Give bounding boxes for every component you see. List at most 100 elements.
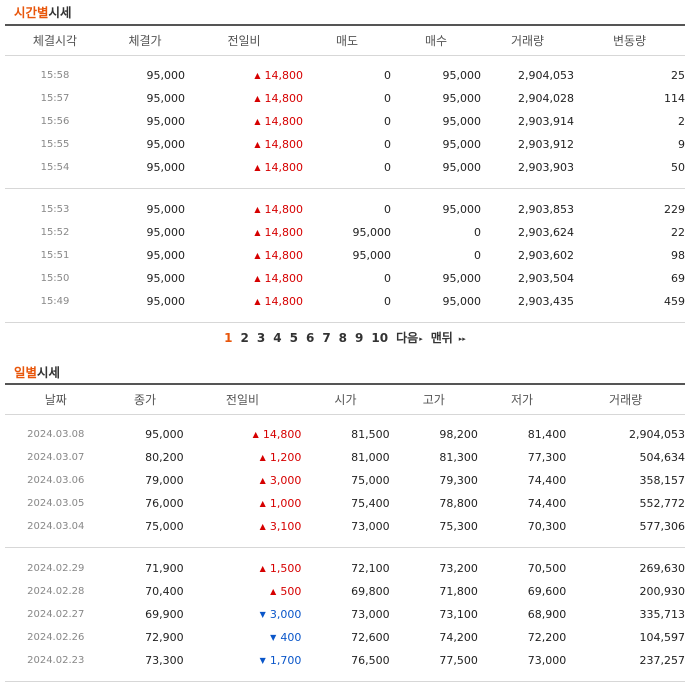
row-spacer-cell xyxy=(5,313,685,323)
row-spacer-cell xyxy=(5,179,685,189)
date-cell: 2024.03.07 xyxy=(27,452,85,463)
column-header: 종가 xyxy=(106,383,184,415)
price-cell: 95,000 xyxy=(146,115,186,128)
high-cell: 74,200 xyxy=(439,631,478,644)
diff-value: 14,800 xyxy=(264,295,304,308)
sell-cell: 0 xyxy=(384,138,391,151)
up-arrow-icon: ▲ xyxy=(254,163,261,172)
close-cell: 72,900 xyxy=(145,631,184,644)
diff-value: 3,000 xyxy=(269,608,302,621)
up-arrow-icon: ▲ xyxy=(259,564,266,573)
change-cell: 9 xyxy=(678,138,685,151)
low-cell: 68,900 xyxy=(527,608,567,621)
up-arrow-icon: ▲ xyxy=(254,71,261,80)
volume-cell: 2,903,602 xyxy=(518,249,574,262)
table-row: 15:55 95,000 ▲ 14,800 0 95,000 2,903,912 9 xyxy=(5,133,685,156)
next-arrow-icon[interactable]: ▸ xyxy=(419,335,423,343)
low-cell: 73,000 xyxy=(527,654,567,667)
volume-cell: 104,597 xyxy=(639,631,686,644)
close-cell: 73,300 xyxy=(145,654,184,667)
diff-value: 14,800 xyxy=(264,203,304,216)
up-arrow-icon: ▲ xyxy=(254,140,261,149)
diff-value: 14,800 xyxy=(264,272,304,285)
page-link-7[interactable]: 7 xyxy=(322,331,330,345)
up-arrow-icon: ▲ xyxy=(254,297,261,306)
page-link-5[interactable]: 5 xyxy=(290,331,298,345)
up-arrow-icon: ▲ xyxy=(254,228,261,237)
time-cell: 15:50 xyxy=(40,273,70,284)
page-link-6[interactable]: 6 xyxy=(306,331,314,345)
date-cell: 2024.02.27 xyxy=(27,609,85,620)
high-cell: 73,100 xyxy=(439,608,478,621)
diff-value: 400 xyxy=(280,631,302,644)
price-cell: 95,000 xyxy=(146,92,186,105)
date-cell: 2024.02.29 xyxy=(27,563,85,574)
high-cell: 79,300 xyxy=(439,474,478,487)
row-spacer xyxy=(5,672,685,682)
time-cell: 15:51 xyxy=(40,250,70,261)
volume-cell: 2,903,914 xyxy=(518,115,574,128)
volume-cell: 577,306 xyxy=(639,520,686,533)
row-spacer-cell xyxy=(5,672,685,682)
page-link-8[interactable]: 8 xyxy=(339,331,347,345)
close-cell: 70,400 xyxy=(145,585,184,598)
up-arrow-icon: ▲ xyxy=(259,522,266,531)
daily-section-title-rest: 시세 xyxy=(37,365,61,380)
volume-cell: 2,903,504 xyxy=(518,272,574,285)
table-row: 2024.03.04 75,000 ▲ 3,100 73,000 75,300 70,300… xyxy=(5,515,685,538)
column-header: 시가 xyxy=(301,383,390,415)
page-link-10[interactable]: 10 xyxy=(371,331,388,345)
page-link-2[interactable]: 2 xyxy=(241,331,249,345)
change-cell: 2 xyxy=(678,115,685,128)
change-cell: 98 xyxy=(671,249,685,262)
sell-cell: 0 xyxy=(384,203,391,216)
page-link-9[interactable]: 9 xyxy=(355,331,363,345)
open-cell: 75,000 xyxy=(351,474,390,487)
daily-price-table: 날짜 종가 전일비 시가 고가 저가 거래량 2024.03.08 95,000 ▲ 14,800… xyxy=(5,383,685,682)
page-link-4[interactable]: 4 xyxy=(273,331,281,345)
diff-cell: ▲ 14,800 xyxy=(185,87,303,110)
diff-cell: ▲ 3,100 xyxy=(184,515,302,538)
diff-cell: ▲ 14,800 xyxy=(185,133,303,156)
next-page-link[interactable]: 다음 xyxy=(396,329,418,346)
close-cell: 71,900 xyxy=(145,562,184,575)
table-row: 2024.03.08 95,000 ▲ 14,800 81,500 98,200 81,40… xyxy=(5,423,685,446)
diff-cell: ▲ 14,800 xyxy=(185,267,303,290)
price-cell: 95,000 xyxy=(146,295,186,308)
diff-cell: ▲ 14,800 xyxy=(185,64,303,87)
diff-value: 3,000 xyxy=(269,474,302,487)
row-spacer-cell xyxy=(5,538,685,548)
table-row: 2024.02.29 71,900 ▲ 1,500 72,100 73,200 70,500… xyxy=(5,557,685,580)
buy-cell: 95,000 xyxy=(442,138,482,151)
buy-cell: 0 xyxy=(474,226,481,239)
diff-cell: ▲ 14,800 xyxy=(185,198,303,221)
table-row: 15:51 95,000 ▲ 14,800 95,000 0 2,903,602 98 xyxy=(5,244,685,267)
row-spacer xyxy=(5,415,685,424)
low-cell: 69,600 xyxy=(527,585,567,598)
volume-cell: 237,257 xyxy=(639,654,686,667)
open-cell: 81,500 xyxy=(351,428,390,441)
change-cell: 22 xyxy=(671,226,685,239)
volume-cell: 2,903,903 xyxy=(518,161,574,174)
page-link-1[interactable]: 1 xyxy=(224,331,232,345)
high-cell: 71,800 xyxy=(439,585,478,598)
buy-cell: 95,000 xyxy=(442,295,482,308)
row-spacer-cell xyxy=(5,415,685,424)
page-link-3[interactable]: 3 xyxy=(257,331,265,345)
volume-cell: 2,903,912 xyxy=(518,138,574,151)
diff-cell: ▼ 1,700 xyxy=(184,649,302,672)
high-cell: 98,200 xyxy=(439,428,478,441)
row-spacer xyxy=(5,56,685,65)
date-cell: 2024.02.23 xyxy=(27,655,85,666)
price-cell: 95,000 xyxy=(146,138,186,151)
diff-cell: ▲ 1,000 xyxy=(184,492,302,515)
volume-cell: 358,157 xyxy=(639,474,686,487)
price-cell: 95,000 xyxy=(146,226,186,239)
last-arrow-icon[interactable]: ▸▸ xyxy=(459,335,466,343)
time-price-table: 체결시각 체결가 전일비 매도 매수 거래량 변동량 15:58 95,000 ▲ 14,800 0… xyxy=(5,24,685,323)
down-arrow-icon: ▼ xyxy=(259,656,266,665)
diff-cell: ▲ 1,200 xyxy=(184,446,302,469)
high-cell: 75,300 xyxy=(439,520,478,533)
last-page-link[interactable]: 맨뒤 xyxy=(431,329,453,346)
change-cell: 25 xyxy=(671,69,685,82)
